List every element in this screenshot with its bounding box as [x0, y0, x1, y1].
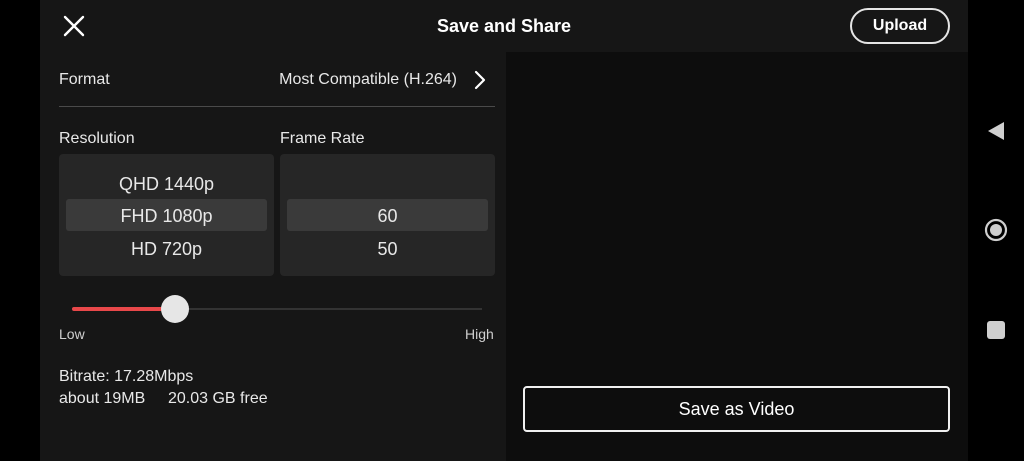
- frame-rate-option-50[interactable]: 50: [280, 239, 495, 260]
- chevron-right-icon: [473, 69, 487, 91]
- free-space-text: 20.03 GB free: [168, 390, 268, 407]
- frame-rate-picker[interactable]: 60 50: [280, 154, 495, 276]
- recent-square-icon[interactable]: [987, 321, 1005, 339]
- upload-button[interactable]: Upload: [850, 8, 950, 44]
- slider-high-label: High: [465, 326, 494, 342]
- resolution-option-1080p[interactable]: FHD 1080p: [59, 206, 274, 227]
- resolution-option-720p[interactable]: HD 720p: [59, 239, 274, 260]
- resolution-label: Resolution: [59, 130, 135, 147]
- slider-thumb[interactable]: [160, 295, 189, 323]
- quality-slider[interactable]: [72, 294, 482, 324]
- page-title: Save and Share: [436, 16, 572, 36]
- file-size-text: about 19MB: [59, 390, 146, 407]
- frame-rate-label: Frame Rate: [280, 130, 365, 147]
- format-value: Most Compatible (H.264): [279, 71, 457, 88]
- save-share-screen: Save and Share Upload Format Most Compat…: [40, 0, 968, 461]
- back-triangle-icon[interactable]: [986, 121, 1006, 141]
- slider-fill: [72, 307, 175, 311]
- format-label: Format: [59, 71, 110, 88]
- home-circle-icon[interactable]: [984, 218, 1008, 242]
- resolution-option-1440p[interactable]: QHD 1440p: [59, 174, 274, 195]
- format-row[interactable]: Format Most Compatible (H.264): [59, 62, 495, 106]
- save-as-video-button[interactable]: Save as Video: [523, 386, 950, 432]
- slider-low-label: Low: [59, 326, 85, 342]
- frame-rate-option-60[interactable]: 60: [280, 206, 495, 227]
- bitrate-text: Bitrate: 17.28Mbps: [59, 368, 194, 385]
- divider: [59, 106, 495, 107]
- resolution-picker[interactable]: QHD 1440p FHD 1080p HD 720p: [59, 154, 274, 276]
